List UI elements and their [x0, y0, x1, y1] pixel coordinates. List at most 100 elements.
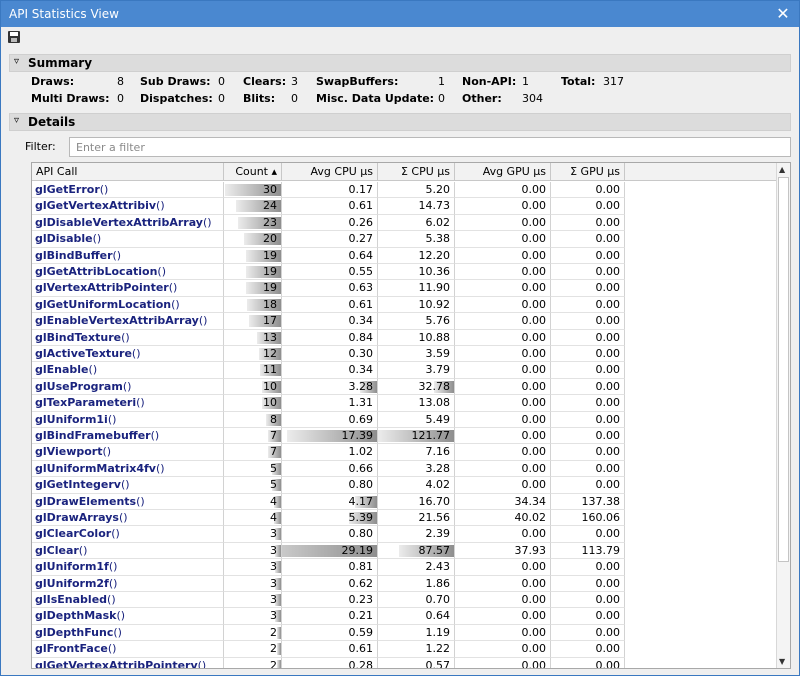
count-cell: 20 — [224, 231, 282, 248]
table-row[interactable]: glViewport() 7 1.02 7.16 0.00 0.00 — [32, 444, 625, 461]
count-cell: 4 — [224, 493, 282, 510]
count-value: 17 — [263, 314, 277, 328]
function-args: () — [155, 461, 165, 475]
table-row[interactable]: glClearColor() 3 0.80 2.39 0.00 0.00 — [32, 526, 625, 543]
close-icon[interactable]: ✕ — [773, 4, 793, 24]
count-value: 4 — [270, 511, 277, 524]
sum-cpu-value: 5.49 — [425, 412, 451, 426]
function-name: glTexParameteri — [35, 396, 137, 410]
details-header[interactable]: ▿ Details — [9, 113, 791, 131]
table-row[interactable]: glIsEnabled() 3 0.23 0.70 0.00 0.00 — [32, 592, 625, 609]
summary-total-value: 317 — [603, 75, 624, 88]
table-row[interactable]: glGetError() 30 0.17 5.20 0.00 0.00 — [32, 182, 625, 199]
scrollbar-thumb[interactable] — [778, 177, 789, 562]
summary-header[interactable]: ▿ Summary — [9, 54, 791, 72]
table-row[interactable]: glBindFramebuffer() 7 17.39 121.77 0.00 0.00 — [32, 428, 625, 445]
table-row[interactable]: glUniformMatrix4fv() 5 0.66 3.28 0.00 0.00 — [32, 460, 625, 478]
table-row[interactable]: glDisable() 20 0.27 5.38 0.00 0.00 — [32, 231, 625, 248]
table-row[interactable]: glUniform1f() 3 0.81 2.43 0.00 0.00 — [32, 559, 625, 576]
table-row[interactable]: glFrontFace() 2 0.61 1.22 0.00 0.00 — [32, 641, 625, 658]
column-header-api-call[interactable]: API Call — [32, 163, 224, 181]
details-title: Details — [28, 115, 76, 129]
api-call-cell: glViewport() — [32, 444, 224, 461]
summary-blits: Blits: — [243, 92, 276, 105]
column-header-avg-cpu[interactable]: Avg CPU µs — [282, 163, 378, 181]
table-row[interactable]: glGetIntegerv() 5 0.80 4.02 0.00 0.00 — [32, 477, 625, 494]
api-call-cell: glFrontFace() — [32, 641, 224, 658]
avg-cpu-cell: 0.26 — [282, 214, 378, 232]
table-row[interactable]: glBindTexture() 13 0.84 10.88 0.00 0.00 — [32, 329, 625, 346]
avg-gpu-cell: 0.00 — [455, 247, 551, 264]
column-header-count[interactable]: Count ▴ — [224, 163, 282, 181]
count-value: 2 — [270, 642, 277, 656]
table-row[interactable]: glUniform2f() 3 0.62 1.86 0.00 0.00 — [32, 575, 625, 592]
count-value: 5 — [270, 461, 277, 475]
sum-gpu-cell: 0.00 — [551, 231, 625, 248]
sum-gpu-value: 0.00 — [595, 658, 621, 669]
api-call-cell: glClearColor() — [32, 526, 224, 543]
column-header-avg-gpu[interactable]: Avg GPU µs — [455, 163, 551, 181]
sum-gpu-cell: 0.00 — [551, 214, 625, 232]
table-row[interactable]: glBindBuffer() 19 0.64 12.20 0.00 0.00 — [32, 247, 625, 264]
avg-cpu-value: 0.26 — [348, 215, 374, 229]
sum-gpu-cell: 0.00 — [551, 313, 625, 330]
api-call-cell: glActiveTexture() — [32, 346, 224, 363]
function-args: () — [107, 412, 117, 426]
count-bar — [277, 626, 281, 639]
table-row[interactable]: glDepthFunc() 2 0.59 1.19 0.00 0.00 — [32, 624, 625, 642]
table-row[interactable]: glGetVertexAttribPointerv() 2 0.28 0.57 0.00… — [32, 657, 625, 669]
sum-gpu-cell: 0.00 — [551, 378, 625, 396]
table-row[interactable]: glEnable() 11 0.34 3.79 0.00 0.00 — [32, 362, 625, 379]
avg-gpu-cell: 0.00 — [455, 280, 551, 297]
avg-gpu-value: 0.00 — [521, 576, 547, 590]
avg-gpu-value: 0.00 — [521, 429, 547, 442]
summary-clears-value: 3 — [291, 75, 298, 88]
sum-gpu-value: 0.00 — [595, 412, 621, 426]
table-row[interactable]: glDrawArrays() 4 5.39 21.56 40.02 160.06 — [32, 510, 625, 527]
scroll-down-icon[interactable]: ▼ — [779, 657, 785, 666]
table-row[interactable]: glClear() 3 29.19 87.57 37.93 113.79 — [32, 542, 625, 560]
table-row[interactable]: glGetAttribLocation() 19 0.55 10.36 0.00 0.00 — [32, 264, 625, 281]
table-row[interactable]: glTexParameteri() 10 1.31 13.08 0.00 0.00 — [32, 395, 625, 412]
sum-gpu-cell: 0.00 — [551, 362, 625, 379]
vertical-scrollbar[interactable]: ▲ ▼ — [776, 163, 790, 668]
save-icon[interactable] — [7, 30, 21, 44]
avg-gpu-cell: 0.00 — [455, 657, 551, 668]
avg-cpu-value: 0.80 — [348, 478, 374, 492]
sum-cpu-cell: 10.92 — [378, 296, 455, 314]
table-row[interactable]: glVertexAttribPointer() 19 0.63 11.90 0.00 0.… — [32, 280, 625, 297]
table-row[interactable]: glUseProgram() 10 3.28 32.78 0.00 0.00 — [32, 378, 625, 396]
avg-gpu-value: 0.00 — [521, 625, 547, 639]
table-row[interactable]: glDisableVertexAttribArray() 23 0.26 6.02 0.… — [32, 214, 625, 232]
scroll-up-icon[interactable]: ▲ — [779, 165, 785, 174]
count-value: 7 — [270, 445, 277, 459]
avg-gpu-value: 0.00 — [521, 330, 547, 344]
avg-cpu-cell: 0.59 — [282, 624, 378, 642]
table-row[interactable]: glUniform1i() 8 0.69 5.49 0.00 0.00 — [32, 411, 625, 428]
table-row[interactable]: glEnableVertexAttribArray() 17 0.34 5.76 0.0… — [32, 313, 625, 330]
sum-gpu-cell: 0.00 — [551, 477, 625, 494]
avg-gpu-cell: 0.00 — [455, 313, 551, 330]
table-row[interactable]: glGetUniformLocation() 18 0.61 10.92 0.00 0.0… — [32, 296, 625, 314]
avg-cpu-cell: 0.63 — [282, 280, 378, 297]
function-args: () — [121, 330, 130, 344]
count-value: 3 — [270, 527, 277, 541]
sum-cpu-value: 21.56 — [418, 511, 451, 524]
function-args: () — [111, 527, 120, 541]
avg-cpu-value: 0.69 — [348, 412, 374, 426]
filter-input[interactable] — [69, 137, 791, 157]
sum-cpu-value: 10.36 — [418, 265, 451, 278]
table-row[interactable]: glDrawElements() 4 4.17 16.70 34.34 137.38 — [32, 493, 625, 510]
count-cell: 19 — [224, 247, 282, 264]
summary-nonapi: Non-API: — [462, 75, 517, 88]
table-row[interactable]: glActiveTexture() 12 0.30 3.59 0.00 0.00 — [32, 346, 625, 363]
sum-gpu-value: 0.00 — [595, 314, 621, 328]
column-header-sum-gpu[interactable]: Σ GPU µs — [551, 163, 625, 181]
count-cell: 18 — [224, 296, 282, 314]
table-row[interactable]: glGetVertexAttribiv() 24 0.61 14.73 0.00 0.00 — [32, 198, 625, 215]
column-header-sum-cpu[interactable]: Σ CPU µs — [378, 163, 455, 181]
table-row[interactable]: glDepthMask() 3 0.21 0.64 0.00 0.00 — [32, 608, 625, 625]
function-args: () — [107, 593, 116, 606]
sum-cpu-value: 11.90 — [418, 281, 451, 295]
collapse-triangle-icon: ▿ — [14, 115, 20, 126]
